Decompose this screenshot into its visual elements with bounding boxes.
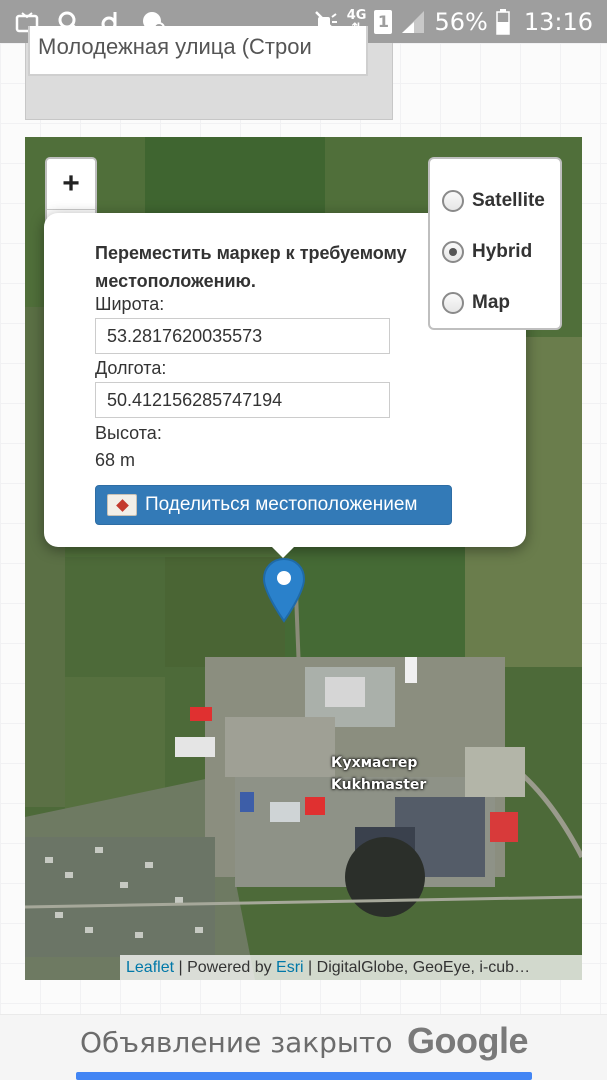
layer-option-map[interactable]: Map <box>442 277 560 328</box>
layer-option-satellite[interactable]: Satellite <box>442 175 560 226</box>
latitude-field[interactable]: 53.2817620035573 <box>95 318 390 354</box>
radio-map[interactable] <box>442 291 464 314</box>
share-location-label: Поделиться местоположением <box>145 494 418 515</box>
longitude-label: Долгота: <box>95 358 167 378</box>
layer-label-hybrid: Hybrid <box>472 240 533 262</box>
altitude-label: Высота: <box>95 423 162 443</box>
layer-option-hybrid[interactable]: Hybrid <box>442 226 560 277</box>
share-location-button[interactable]: Поделиться местоположением <box>95 485 452 525</box>
map[interactable]: + − Переместить маркер к требуемому мест… <box>25 137 582 980</box>
longitude-value: 50.412156285747194 <box>107 389 283 410</box>
sim-1-icon: 1 <box>374 9 393 34</box>
popup-title: Переместить маркер к требуемому местопол… <box>95 243 407 291</box>
longitude-field[interactable]: 50.412156285747194 <box>95 382 390 418</box>
sim-badge: 1 <box>377 12 390 31</box>
esri-link[interactable]: Esri <box>276 959 304 977</box>
attribution-sources: | DigitalGlobe, GeoEye, i-cub… <box>303 958 531 976</box>
clock: 13:16 <box>523 7 593 36</box>
layer-label-satellite: Satellite <box>472 189 545 211</box>
altitude-value: 68 m <box>95 450 136 470</box>
latitude-label: Широта: <box>95 294 165 314</box>
ad-closed-text: Объявление закрыто <box>80 1026 393 1059</box>
latitude-value: 53.2817620035573 <box>107 325 263 346</box>
google-logo: Google <box>407 1020 529 1061</box>
layer-label-map: Map <box>472 291 510 313</box>
place-label-ru: Кухмастер <box>331 755 418 771</box>
battery-percent: 56% <box>434 7 488 36</box>
map-attribution: Leaflet | Powered by Esri | DigitalGlobe… <box>120 955 582 980</box>
battery-icon <box>496 8 510 35</box>
layers-control: Satellite Hybrid Map <box>428 157 562 330</box>
ad-action-button[interactable] <box>76 1072 532 1080</box>
envelope-icon <box>107 494 137 516</box>
radio-satellite[interactable] <box>442 189 464 212</box>
radio-hybrid[interactable] <box>442 240 464 263</box>
popup-tip <box>266 541 300 558</box>
place-label-en: Kukhmaster <box>331 777 427 793</box>
screen: 4G ⇅ 1 56% 13:16 Молодежная улица (Строи <box>0 0 607 1080</box>
leaflet-link[interactable]: Leaflet <box>126 959 174 977</box>
network-badge: 4G <box>346 7 367 23</box>
attribution-powered-by: | Powered by <box>174 958 277 976</box>
signal-icon <box>402 10 425 33</box>
address-value: Молодежная улица (Строи <box>38 34 312 59</box>
zoom-in-button[interactable]: + <box>47 159 95 209</box>
location-marker-icon[interactable] <box>262 557 306 623</box>
